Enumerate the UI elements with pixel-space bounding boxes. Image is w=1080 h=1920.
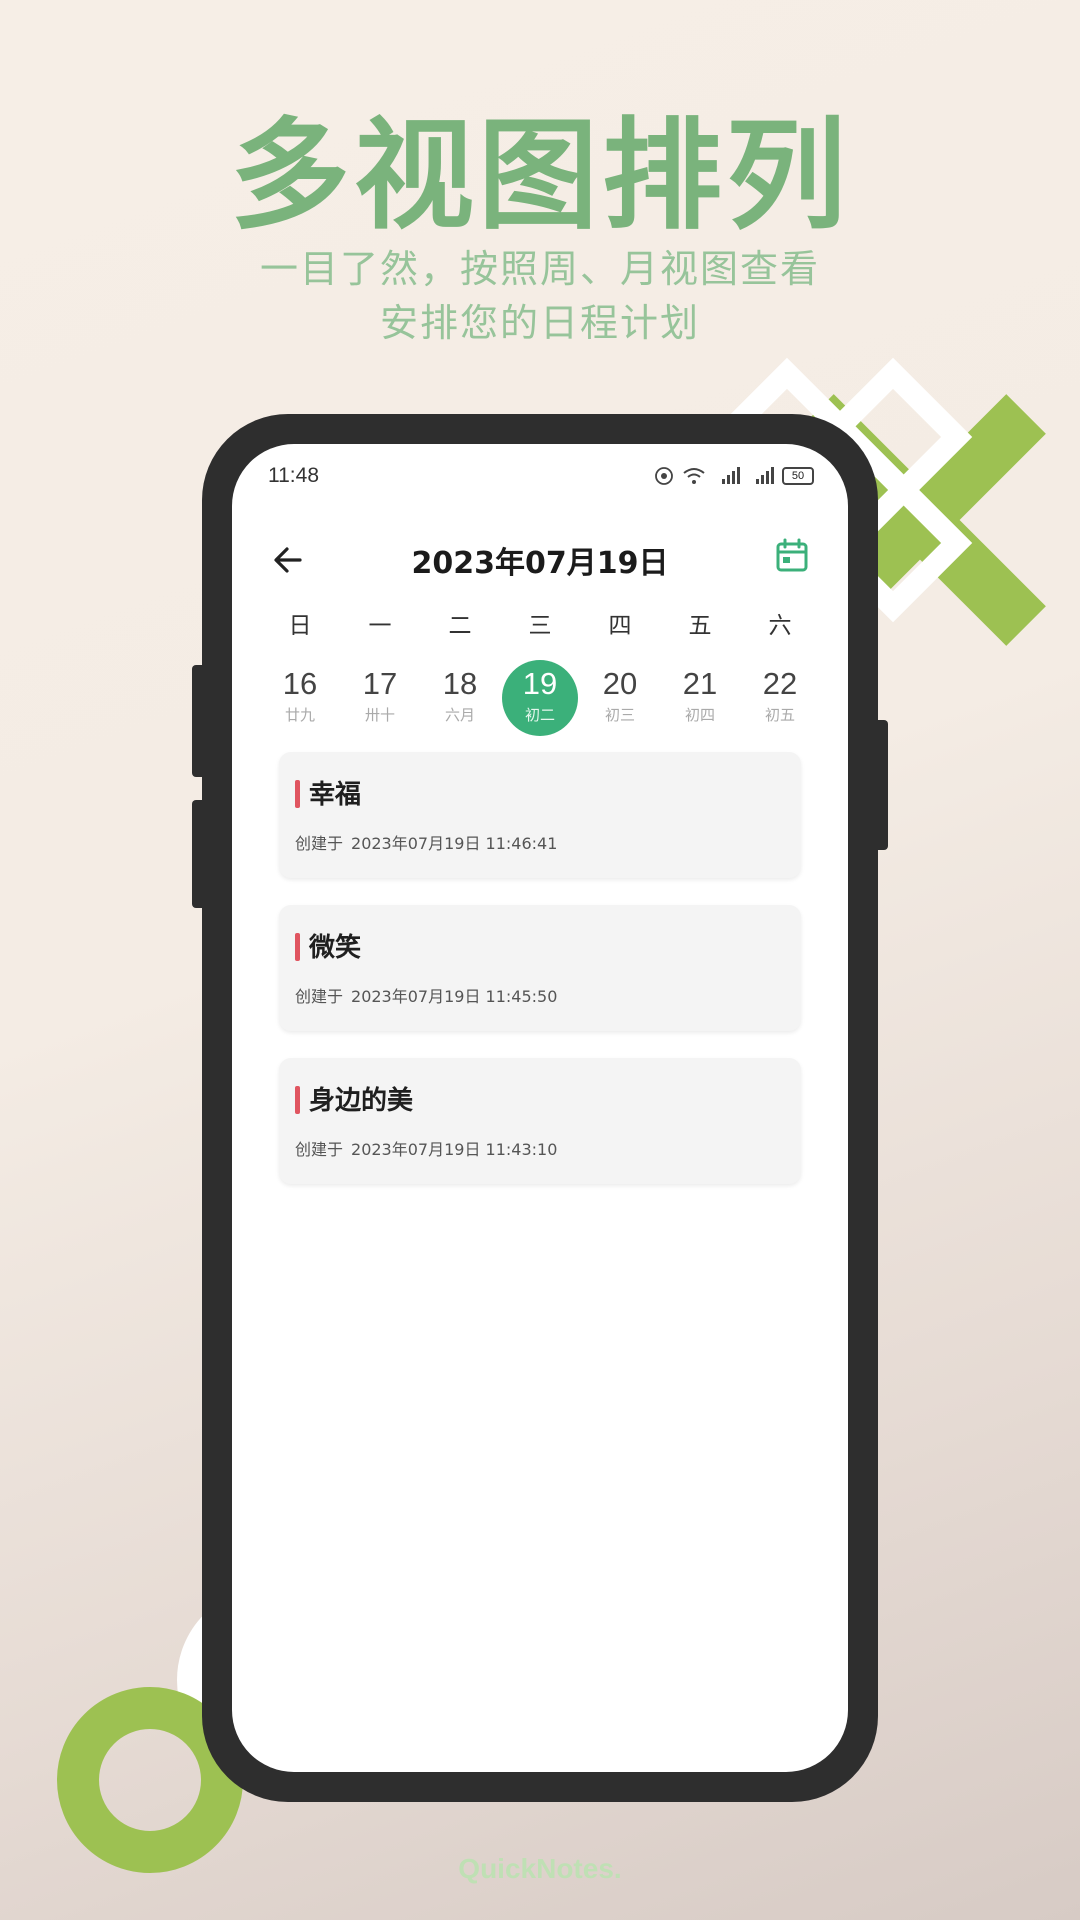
day-lunar: 初二	[524, 706, 555, 724]
hero-subtitle-line2: 安排您的日程计划	[379, 301, 700, 345]
day-cell-19-selected[interactable]: 19 初二	[500, 660, 580, 736]
note-marker	[295, 1086, 300, 1114]
day-cell-18[interactable]: 18 六月	[420, 660, 500, 736]
weekday-labels: 日 一 二 三 四 五 六	[260, 606, 820, 646]
hero-title: 多视图排列	[230, 107, 850, 246]
hero-subtitle-line1: 一目了然，按照周、月视图查看	[259, 247, 820, 291]
weekday-label: 日	[288, 613, 312, 639]
day-number: 21	[682, 666, 718, 701]
day-cell-16[interactable]: 16 廿九	[260, 660, 340, 736]
day-cell-22[interactable]: 22 初五	[740, 660, 820, 736]
week-strip: 日 一 二 三 四 五 六 16 廿九 17 卅十 18 六月 19 初二 20…	[260, 606, 820, 736]
note-created: 创建于 2023年07月19日 11:46:41	[295, 830, 565, 854]
note-created: 创建于 2023年07月19日 11:45:50	[295, 983, 565, 1007]
note-marker	[295, 933, 300, 961]
note-title: 微笑	[309, 933, 362, 963]
day-lunar: 卅十	[364, 706, 395, 724]
weekday-label: 二	[448, 613, 472, 639]
signal-4g-icon	[756, 467, 774, 484]
note-card[interactable]: 身边的美 创建于 2023年07月19日 11:43:10	[279, 1058, 801, 1184]
day-lunar: 初三	[604, 706, 635, 724]
signal-5g-icon	[722, 467, 740, 484]
status-time: 11:48	[268, 464, 319, 487]
weekday-label: 一	[368, 613, 392, 639]
phone-screen: 11:48 50 2023年07月19日 日 一 二 三 四 五 六 16 廿九…	[232, 444, 848, 1772]
note-card[interactable]: 微笑 创建于 2023年07月19日 11:45:50	[279, 905, 801, 1031]
day-lunar: 初五	[764, 706, 795, 724]
weekday-label: 三	[528, 613, 552, 639]
note-marker	[295, 780, 300, 808]
day-cell-17[interactable]: 17 卅十	[340, 660, 420, 736]
note-created-label: 创建于	[295, 834, 344, 853]
day-number: 19	[522, 666, 558, 701]
note-created-time: 2023年07月19日 11:43:10	[351, 1140, 558, 1159]
note-title: 幸福	[309, 780, 362, 810]
weekday-label: 五	[688, 613, 712, 639]
day-number: 22	[762, 666, 798, 701]
calendar-icon[interactable]	[772, 536, 812, 576]
note-created-label: 创建于	[295, 987, 344, 1006]
day-row: 16 廿九 17 卅十 18 六月 19 初二 20 初三 21 初四 22 初…	[260, 646, 820, 736]
battery-icon: 50	[782, 467, 814, 485]
note-title: 身边的美	[309, 1086, 414, 1116]
day-number: 18	[442, 666, 478, 701]
day-number: 16	[282, 666, 318, 701]
day-cell-20[interactable]: 20 初三	[580, 660, 660, 736]
note-created-label: 创建于	[295, 1140, 344, 1159]
page-title: 2023年07月19日	[411, 546, 669, 581]
wifi-icon	[683, 468, 705, 484]
day-cell-21[interactable]: 21 初四	[660, 660, 740, 736]
note-created: 创建于 2023年07月19日 11:43:10	[295, 1136, 565, 1160]
brand-footer: QuickNotes.	[458, 1853, 622, 1884]
note-created-time: 2023年07月19日 11:46:41	[351, 834, 558, 853]
weekday-label: 六	[768, 613, 792, 639]
weekday-label: 四	[608, 613, 632, 639]
phone-frame: 11:48 50 2023年07月19日 日 一 二 三 四 五 六 16 廿九…	[202, 414, 878, 1802]
nav-bar: 2023年07月19日	[232, 528, 848, 588]
day-lunar: 六月	[444, 706, 475, 724]
note-created-time: 2023年07月19日 11:45:50	[351, 987, 558, 1006]
note-card[interactable]: 幸福 创建于 2023年07月19日 11:46:41	[279, 752, 801, 878]
status-icons: 50	[654, 466, 814, 486]
status-bar: 11:48 50	[232, 454, 848, 494]
day-lunar: 初四	[684, 706, 715, 724]
day-number: 20	[602, 666, 638, 701]
hd-icon	[655, 467, 673, 485]
day-lunar: 廿九	[284, 706, 315, 724]
day-number: 17	[362, 666, 398, 701]
